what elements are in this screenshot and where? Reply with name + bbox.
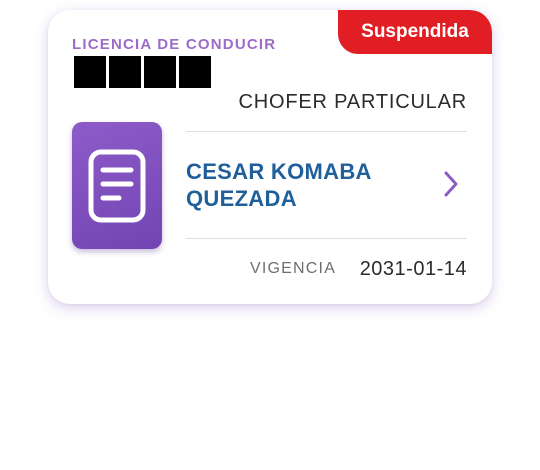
license-category: CHOFER PARTICULAR — [238, 91, 467, 113]
redacted-license-number — [74, 56, 211, 88]
status-badge: Suspendida — [338, 10, 492, 54]
document-icon-svg — [88, 149, 146, 222]
redaction-block — [74, 56, 106, 88]
redaction-block — [144, 56, 176, 88]
holder-name-line2: QUEZADA — [186, 186, 297, 211]
validity-label: VIGENCIA — [250, 260, 337, 277]
redaction-block — [179, 56, 211, 88]
holder-row[interactable]: CESAR KOMABA QUEZADA — [186, 132, 467, 238]
divider — [186, 238, 467, 239]
license-card[interactable]: Suspendida LICENCIA DE CONDUCIR CHOFER P… — [48, 10, 492, 304]
holder-name-line1: CESAR KOMABA — [186, 159, 372, 184]
holder-name: CESAR KOMABA QUEZADA — [186, 158, 416, 212]
validity-date: 2031-01-14 — [359, 258, 467, 280]
document-icon — [72, 122, 162, 249]
redaction-block — [109, 56, 141, 88]
license-type-label: LICENCIA DE CONDUCIR — [72, 36, 277, 53]
chevron-right-icon[interactable] — [443, 170, 459, 203]
